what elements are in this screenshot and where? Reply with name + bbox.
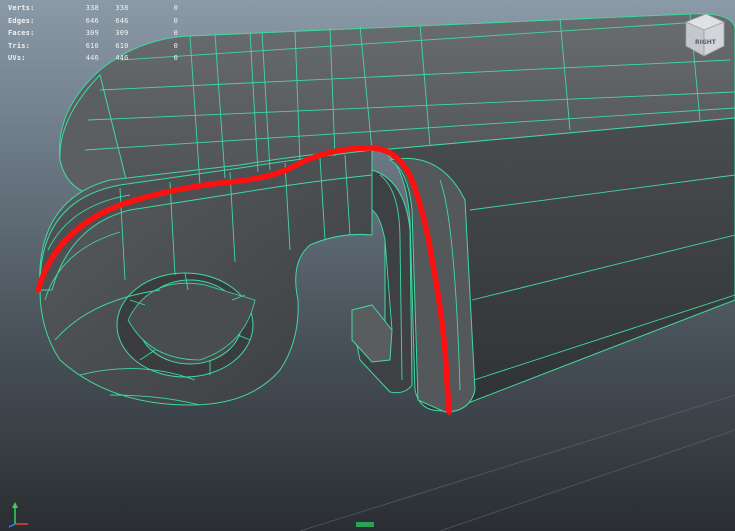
- viewport-status-marker: [356, 522, 374, 527]
- scene-render[interactable]: [0, 0, 735, 531]
- hud-value: 338: [85, 4, 99, 12]
- hud-row-faces: Faces: 309 309 0: [8, 27, 178, 40]
- hud-value: 610: [115, 41, 129, 50]
- hud-value: 0: [173, 41, 179, 50]
- hud-value: 646: [85, 16, 99, 25]
- view-cube-face-label[interactable]: RIGHT: [695, 39, 716, 46]
- hud-value: 0: [173, 29, 179, 37]
- hud-label: UVs:: [8, 54, 26, 62]
- hud-value: 309: [115, 29, 129, 37]
- hud-label: Verts:: [8, 4, 35, 12]
- hud-label: Edges:: [8, 16, 35, 25]
- hud-value: 646: [115, 16, 129, 25]
- hud-row-edges: Edges: 646 646 0: [8, 15, 178, 28]
- hud-label: Faces:: [8, 29, 35, 37]
- hud-value: 338: [115, 4, 129, 12]
- hud-value: 0: [173, 54, 179, 62]
- hud-value: 0: [173, 4, 179, 12]
- hud-row-uvs: UVs: 446 446 0: [8, 52, 178, 65]
- hud-value: 610: [85, 41, 99, 50]
- axis-gizmo-icon: [4, 500, 30, 528]
- poly-count-hud: Verts: 338 338 0 Edges: 646 646 0 Faces:…: [8, 2, 178, 65]
- hud-row-verts: Verts: 338 338 0: [8, 2, 178, 15]
- hud-value: 446: [85, 54, 99, 62]
- hud-value: 0: [173, 16, 179, 25]
- hud-row-tris: Tris: 610 610 0: [8, 40, 178, 53]
- view-cube-icon[interactable]: RIGHT: [680, 12, 728, 58]
- hud-value: 446: [115, 54, 129, 62]
- hud-label: Tris:: [8, 41, 31, 50]
- 3d-viewport[interactable]: Verts: 338 338 0 Edges: 646 646 0 Faces:…: [0, 0, 735, 531]
- hud-value: 309: [85, 29, 99, 37]
- ground-grid: [299, 394, 735, 531]
